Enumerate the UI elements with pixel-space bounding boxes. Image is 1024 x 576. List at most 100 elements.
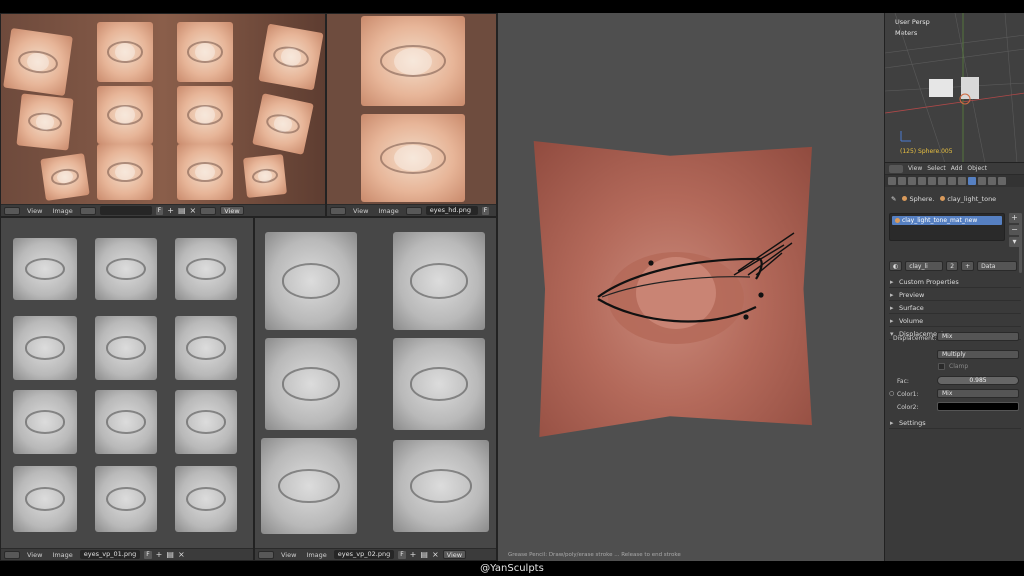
panel-preview[interactable]: Preview [889, 290, 1021, 301]
menu-image[interactable]: Image [375, 207, 401, 215]
eye-tile [177, 22, 233, 82]
eye-tile [175, 466, 237, 532]
datablock-users[interactable]: 2 [946, 260, 959, 271]
menu-image[interactable]: Image [303, 551, 329, 559]
menu-view[interactable]: View [24, 207, 45, 215]
menu-view[interactable]: View [24, 551, 45, 559]
image-editor-top-left[interactable]: View Image F + ▤ × View [0, 13, 326, 217]
scene-tab-icon[interactable] [908, 177, 916, 185]
image-editor-header: View Image eyes_vp_01.png F + ▤ × [1, 548, 253, 560]
new-datablock-icon[interactable]: + [961, 260, 975, 271]
datablock-type-select[interactable]: Data [977, 260, 1018, 271]
new-image-icon[interactable]: + [156, 550, 163, 559]
fake-user-button[interactable]: F [481, 206, 490, 215]
close-icon[interactable]: × [432, 550, 439, 559]
layers-tab-icon[interactable] [898, 177, 906, 185]
menu-object[interactable]: Object [967, 165, 987, 172]
blend-mode-select[interactable]: Multiply [937, 350, 1019, 359]
editor-type-icon[interactable] [889, 164, 903, 173]
folder-icon[interactable]: ▤ [166, 550, 174, 559]
eye-tile [265, 338, 357, 430]
color2-label: Color2: [897, 404, 919, 411]
menu-image[interactable]: Image [49, 551, 75, 559]
world-tab-icon[interactable] [918, 177, 926, 185]
view-mode-select[interactable]: View [442, 550, 467, 559]
watermark: @YanSculpts [480, 563, 544, 574]
new-image-icon[interactable]: + [410, 550, 417, 559]
image-browse-icon[interactable] [79, 206, 96, 215]
image-editor-bottom-left[interactable]: View Image eyes_vp_01.png F + ▤ × [0, 217, 254, 561]
datablock-row: ◐ clay_li 2 + Data [889, 260, 1021, 271]
eye-tile [97, 22, 153, 82]
menu-select[interactable]: Select [927, 165, 946, 172]
folder-icon[interactable]: ▤ [420, 550, 428, 559]
color1-socket-icon[interactable]: ○ [889, 390, 894, 397]
physics-tab-icon[interactable] [998, 177, 1006, 185]
mini-3d-viewport[interactable]: User Persp Meters (125) Sphere.005 [885, 13, 1024, 163]
data-tab-icon[interactable] [958, 177, 966, 185]
texture-tab-icon[interactable] [978, 177, 986, 185]
material-slot-list[interactable]: clay_light_tone_mat_new [889, 213, 1005, 241]
datablock-name-field[interactable]: clay_li [905, 260, 944, 271]
constraints-tab-icon[interactable] [938, 177, 946, 185]
color1-select[interactable]: Mix [937, 389, 1019, 398]
image-editor-header: View Image eyes_hd.png F [327, 204, 496, 216]
folder-icon[interactable]: ▤ [178, 206, 186, 215]
image-name-field[interactable]: eyes_vp_02.png [333, 550, 395, 559]
fake-user-button[interactable]: F [398, 550, 406, 559]
modifiers-tab-icon[interactable] [948, 177, 956, 185]
fac-slider[interactable]: 0.985 [937, 376, 1019, 385]
panel-settings[interactable]: Settings [889, 418, 1021, 429]
main-3d-viewport[interactable]: Grease Pencil: Draw/poly/erase stroke ..… [497, 13, 884, 561]
color2-swatch[interactable] [937, 402, 1019, 411]
properties-column: User Persp Meters (125) Sphere.005 View … [884, 13, 1024, 561]
breadcrumb-object: Sphere. [909, 195, 935, 203]
particles-tab-icon[interactable] [988, 177, 996, 185]
image-editor-header: View Image eyes_vp_02.png F + ▤ × View [255, 548, 496, 560]
image-editor-bottom-right[interactable]: View Image eyes_vp_02.png F + ▤ × View [254, 217, 497, 561]
image-editor-top-right[interactable]: View Image eyes_hd.png F [326, 13, 497, 217]
eye-tile [13, 466, 77, 532]
datablock-browse[interactable]: ◐ [889, 260, 903, 271]
eye-tile [175, 390, 237, 454]
menu-view[interactable]: View [350, 207, 371, 215]
panel-custom-properties[interactable]: Custom Properties [889, 277, 1021, 288]
render-tab-icon[interactable] [888, 177, 896, 185]
menu-view[interactable]: View [908, 165, 922, 172]
image-name-field[interactable]: eyes_vp_01.png [79, 550, 141, 559]
eye-tile [40, 153, 90, 201]
editor-type-icon[interactable] [4, 206, 20, 215]
properties-scrollbar[interactable] [1019, 213, 1022, 273]
pin-icon[interactable] [200, 206, 217, 215]
clamp-checkbox[interactable] [938, 363, 945, 370]
pin-icon[interactable]: ✎ [891, 195, 896, 203]
eye-tile [393, 232, 485, 330]
image-browse-icon[interactable] [405, 206, 422, 215]
grid-lines [885, 13, 1024, 162]
object-tab-icon[interactable] [928, 177, 936, 185]
fake-user-button[interactable]: F [144, 550, 152, 559]
material-slot-item[interactable]: clay_light_tone_mat_new [892, 216, 1002, 225]
menu-view[interactable]: View [278, 551, 299, 559]
clamp-label: Clamp [949, 363, 969, 370]
displacement-select[interactable]: Mix [937, 332, 1019, 341]
material-tab-icon[interactable] [968, 177, 976, 185]
grease-pencil-strokes [597, 232, 795, 344]
properties-tabs [885, 175, 1024, 187]
panel-surface[interactable]: Surface [889, 303, 1021, 314]
fake-user-button[interactable]: F [155, 206, 164, 215]
editor-type-icon[interactable] [258, 550, 274, 559]
new-image-icon[interactable]: + [167, 206, 174, 215]
image-name-field[interactable] [99, 206, 152, 215]
eye-tile [13, 238, 77, 300]
view-mode-select[interactable]: View [220, 206, 244, 215]
image-name-field[interactable]: eyes_hd.png [425, 206, 478, 215]
editor-type-icon[interactable] [4, 550, 20, 559]
menu-image[interactable]: Image [49, 207, 75, 215]
menu-add[interactable]: Add [951, 165, 963, 172]
close-icon[interactable]: × [178, 550, 185, 559]
editor-type-icon[interactable] [330, 206, 346, 215]
close-icon[interactable]: × [190, 206, 197, 215]
eye-tile [393, 440, 489, 532]
panel-volume[interactable]: Volume [889, 316, 1021, 327]
